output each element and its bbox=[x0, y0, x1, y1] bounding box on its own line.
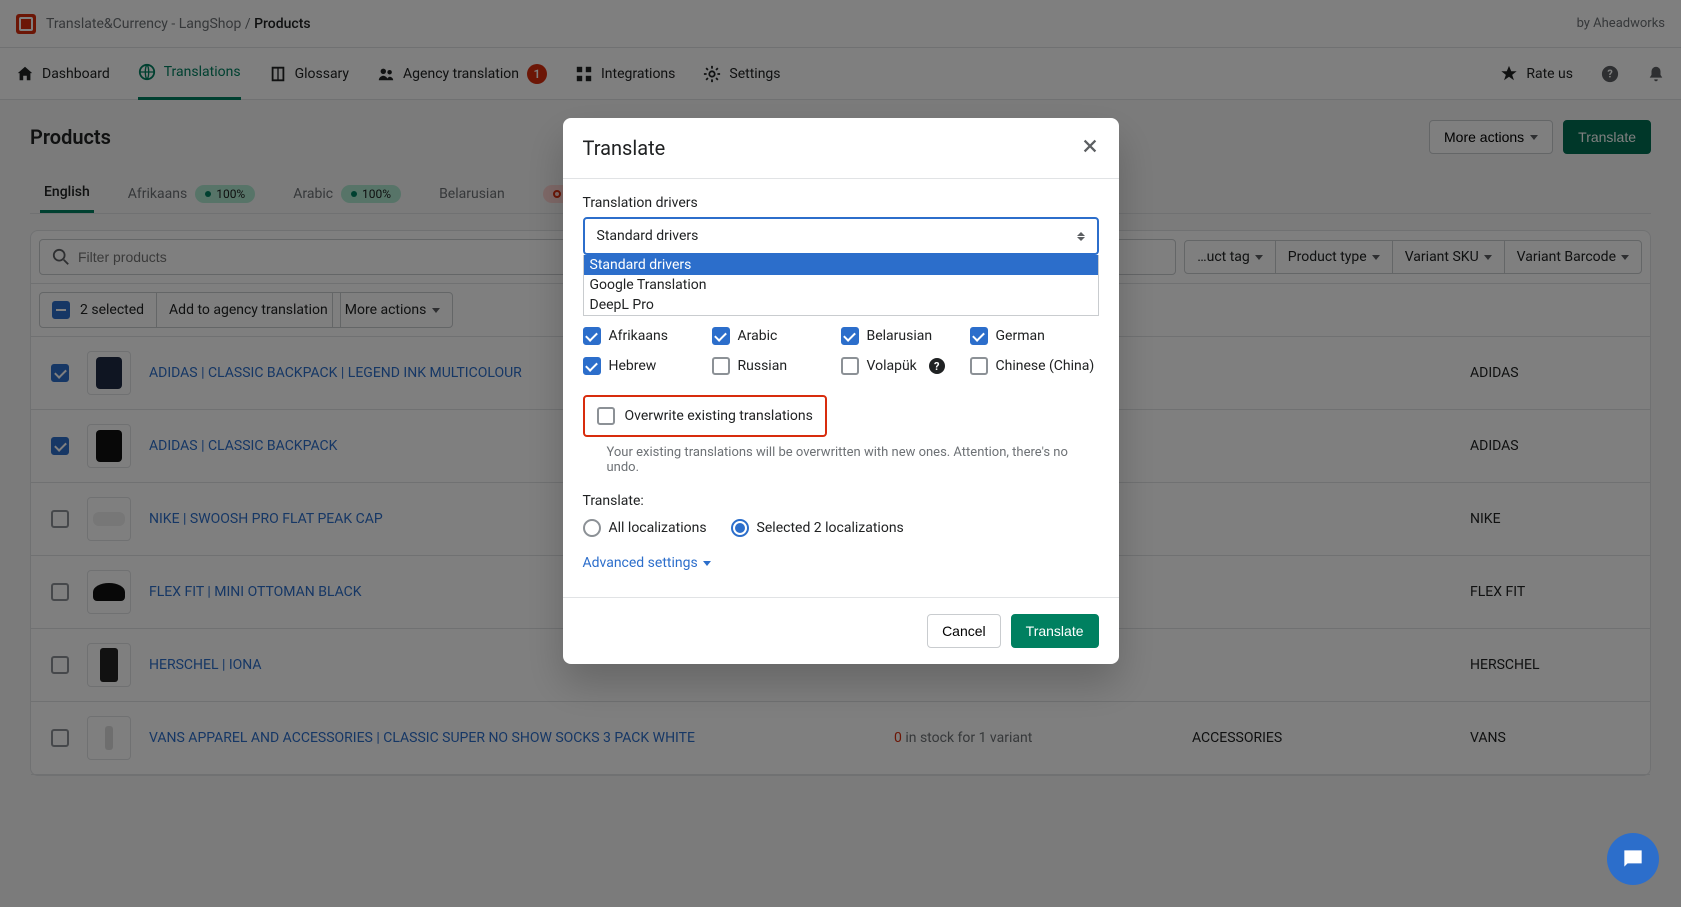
language-checkbox[interactable] bbox=[841, 327, 859, 345]
language-option[interactable]: Volapük? bbox=[841, 357, 970, 375]
language-option[interactable]: Chinese (China) bbox=[970, 357, 1099, 375]
chat-fab[interactable] bbox=[1607, 833, 1659, 885]
language-option[interactable]: Hebrew bbox=[583, 357, 712, 375]
driver-option[interactable]: Google Translation bbox=[584, 275, 1098, 295]
language-checkbox[interactable] bbox=[712, 357, 730, 375]
drivers-dropdown: Standard driversGoogle TranslationDeepL … bbox=[583, 255, 1099, 316]
language-checkbox[interactable] bbox=[970, 357, 988, 375]
close-icon[interactable] bbox=[1081, 137, 1099, 160]
driver-option[interactable]: Standard drivers bbox=[584, 255, 1098, 275]
drivers-label: Translation drivers bbox=[583, 195, 1099, 211]
modal-overlay[interactable]: Translate Translation drivers Standard d… bbox=[0, 0, 1681, 907]
confirm-translate-button[interactable]: Translate bbox=[1011, 614, 1099, 648]
translate-modal: Translate Translation drivers Standard d… bbox=[563, 118, 1119, 664]
language-checkbox[interactable] bbox=[970, 327, 988, 345]
language-checkbox[interactable] bbox=[583, 357, 601, 375]
language-option[interactable]: German bbox=[970, 327, 1099, 345]
language-option[interactable]: Afrikaans bbox=[583, 327, 712, 345]
language-option[interactable]: Russian bbox=[712, 357, 841, 375]
language-checkbox[interactable] bbox=[841, 357, 859, 375]
language-checkbox[interactable] bbox=[583, 327, 601, 345]
cancel-button[interactable]: Cancel bbox=[927, 614, 1001, 648]
help-icon[interactable]: ? bbox=[929, 358, 945, 374]
overwrite-option[interactable]: Overwrite existing translations bbox=[583, 395, 827, 437]
overwrite-hint: Your existing translations will be overw… bbox=[583, 445, 1099, 475]
driver-option[interactable]: DeepL Pro bbox=[584, 295, 1098, 315]
language-option[interactable]: Arabic bbox=[712, 327, 841, 345]
radio-selected-localizations[interactable]: Selected 2 localizations bbox=[731, 519, 904, 537]
translate-scope-label: Translate: bbox=[583, 493, 1099, 509]
modal-title: Translate bbox=[583, 136, 666, 160]
drivers-select[interactable]: Standard drivers bbox=[583, 217, 1099, 255]
overwrite-checkbox[interactable] bbox=[597, 407, 615, 425]
language-checkbox[interactable] bbox=[712, 327, 730, 345]
advanced-settings-toggle[interactable]: Advanced settings bbox=[583, 555, 1099, 571]
radio-all-localizations[interactable]: All localizations bbox=[583, 519, 707, 537]
language-option[interactable]: Belarusian bbox=[841, 327, 970, 345]
